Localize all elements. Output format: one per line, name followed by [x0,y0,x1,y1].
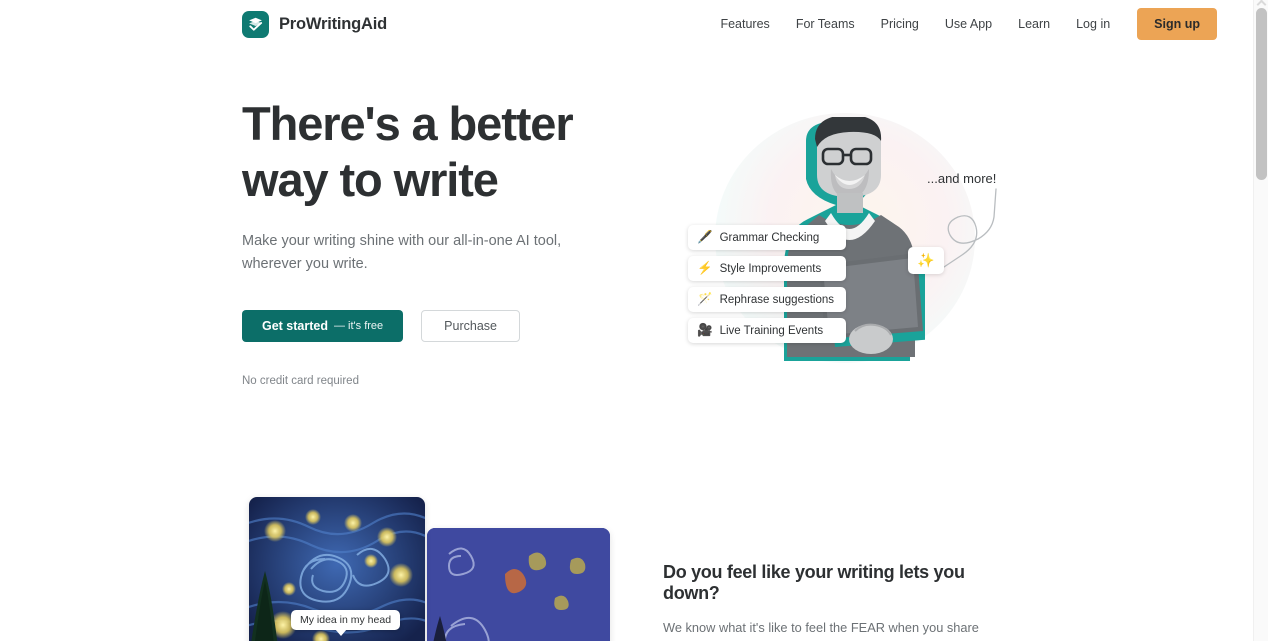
hero-subtitle: Make your writing shine with our all-in-… [242,233,562,272]
nav-learn[interactable]: Learn [1005,11,1063,37]
get-started-free-suffix: — it's free [334,320,384,332]
site-header: ProWritingAid Features For Teams Pricing… [0,0,1253,48]
idea-vs-reality-images: My idea in my head [249,497,610,641]
lower-section-title: Do you feel like your writing lets you d… [663,562,965,603]
purchase-button[interactable]: Purchase [421,310,520,342]
lower-section-body: We know what it's like to feel the FEAR … [663,620,997,641]
lightning-bolt-icon: ⚡ [697,261,713,276]
sparkles-icon: ✨ [917,252,935,268]
magic-wand-icon: 🪄 [697,292,713,307]
nav-for-teams[interactable]: For Teams [783,11,868,37]
pen-icon: 🖋️ [697,230,713,245]
chip-label: Style Improvements [719,262,822,275]
no-credit-card-note: No credit card required [242,375,359,387]
nav-features[interactable]: Features [707,11,782,37]
book-check-logo-icon [242,11,269,38]
feature-chip-list: 🖋️ Grammar Checking ⚡ Style Improvements… [688,225,847,343]
hero-cta-group: Get started — it's free Purchase [242,310,642,342]
vertical-scrollbar[interactable] [1253,0,1268,641]
page-title: There's a better way to write [242,96,642,208]
chip-label: Rephrase suggestions [719,293,835,306]
brand-logo-link[interactable]: ProWritingAid [242,11,387,38]
hero-title-line-2: way to write [242,153,499,206]
hero-title-line-1: There's a better [242,97,574,150]
and-more-label: ...and more! [927,171,997,186]
movie-camera-icon: 🎥 [697,323,713,338]
hero-illustration: 🖋️ Grammar Checking ⚡ Style Improvements… [655,95,1035,395]
lower-text-block: Do you feel like your writing lets you d… [663,562,1023,641]
chip-label: Live Training Events [719,324,824,337]
nav-log-in[interactable]: Log in [1063,11,1123,37]
landing-page: ProWritingAid Features For Teams Pricing… [0,0,1268,641]
main-nav: Features For Teams Pricing Use App Learn… [707,0,1217,48]
flat-simplified-painting-image [427,528,610,641]
hero-text-block: There's a better way to write Make your … [242,96,642,387]
sparkle-chip[interactable]: ✨ [908,247,944,274]
chip-grammar-checking[interactable]: 🖋️ Grammar Checking [688,225,847,250]
chip-label: Grammar Checking [719,231,820,244]
chip-live-training-events[interactable]: 🎥 Live Training Events [688,318,847,343]
nav-use-app[interactable]: Use App [932,11,1005,37]
get-started-button[interactable]: Get started — it's free [242,310,404,342]
get-started-label: Get started [262,319,328,333]
scrollbar-thumb[interactable] [1256,8,1267,180]
brand-name: ProWritingAid [279,15,388,33]
sign-up-button[interactable]: Sign up [1137,8,1217,40]
chip-style-improvements[interactable]: ⚡ Style Improvements [688,256,847,281]
nav-pricing[interactable]: Pricing [868,11,932,37]
my-idea-bubble: My idea in my head [291,610,401,636]
chip-rephrase-suggestions[interactable]: 🪄 Rephrase suggestions [688,287,847,312]
